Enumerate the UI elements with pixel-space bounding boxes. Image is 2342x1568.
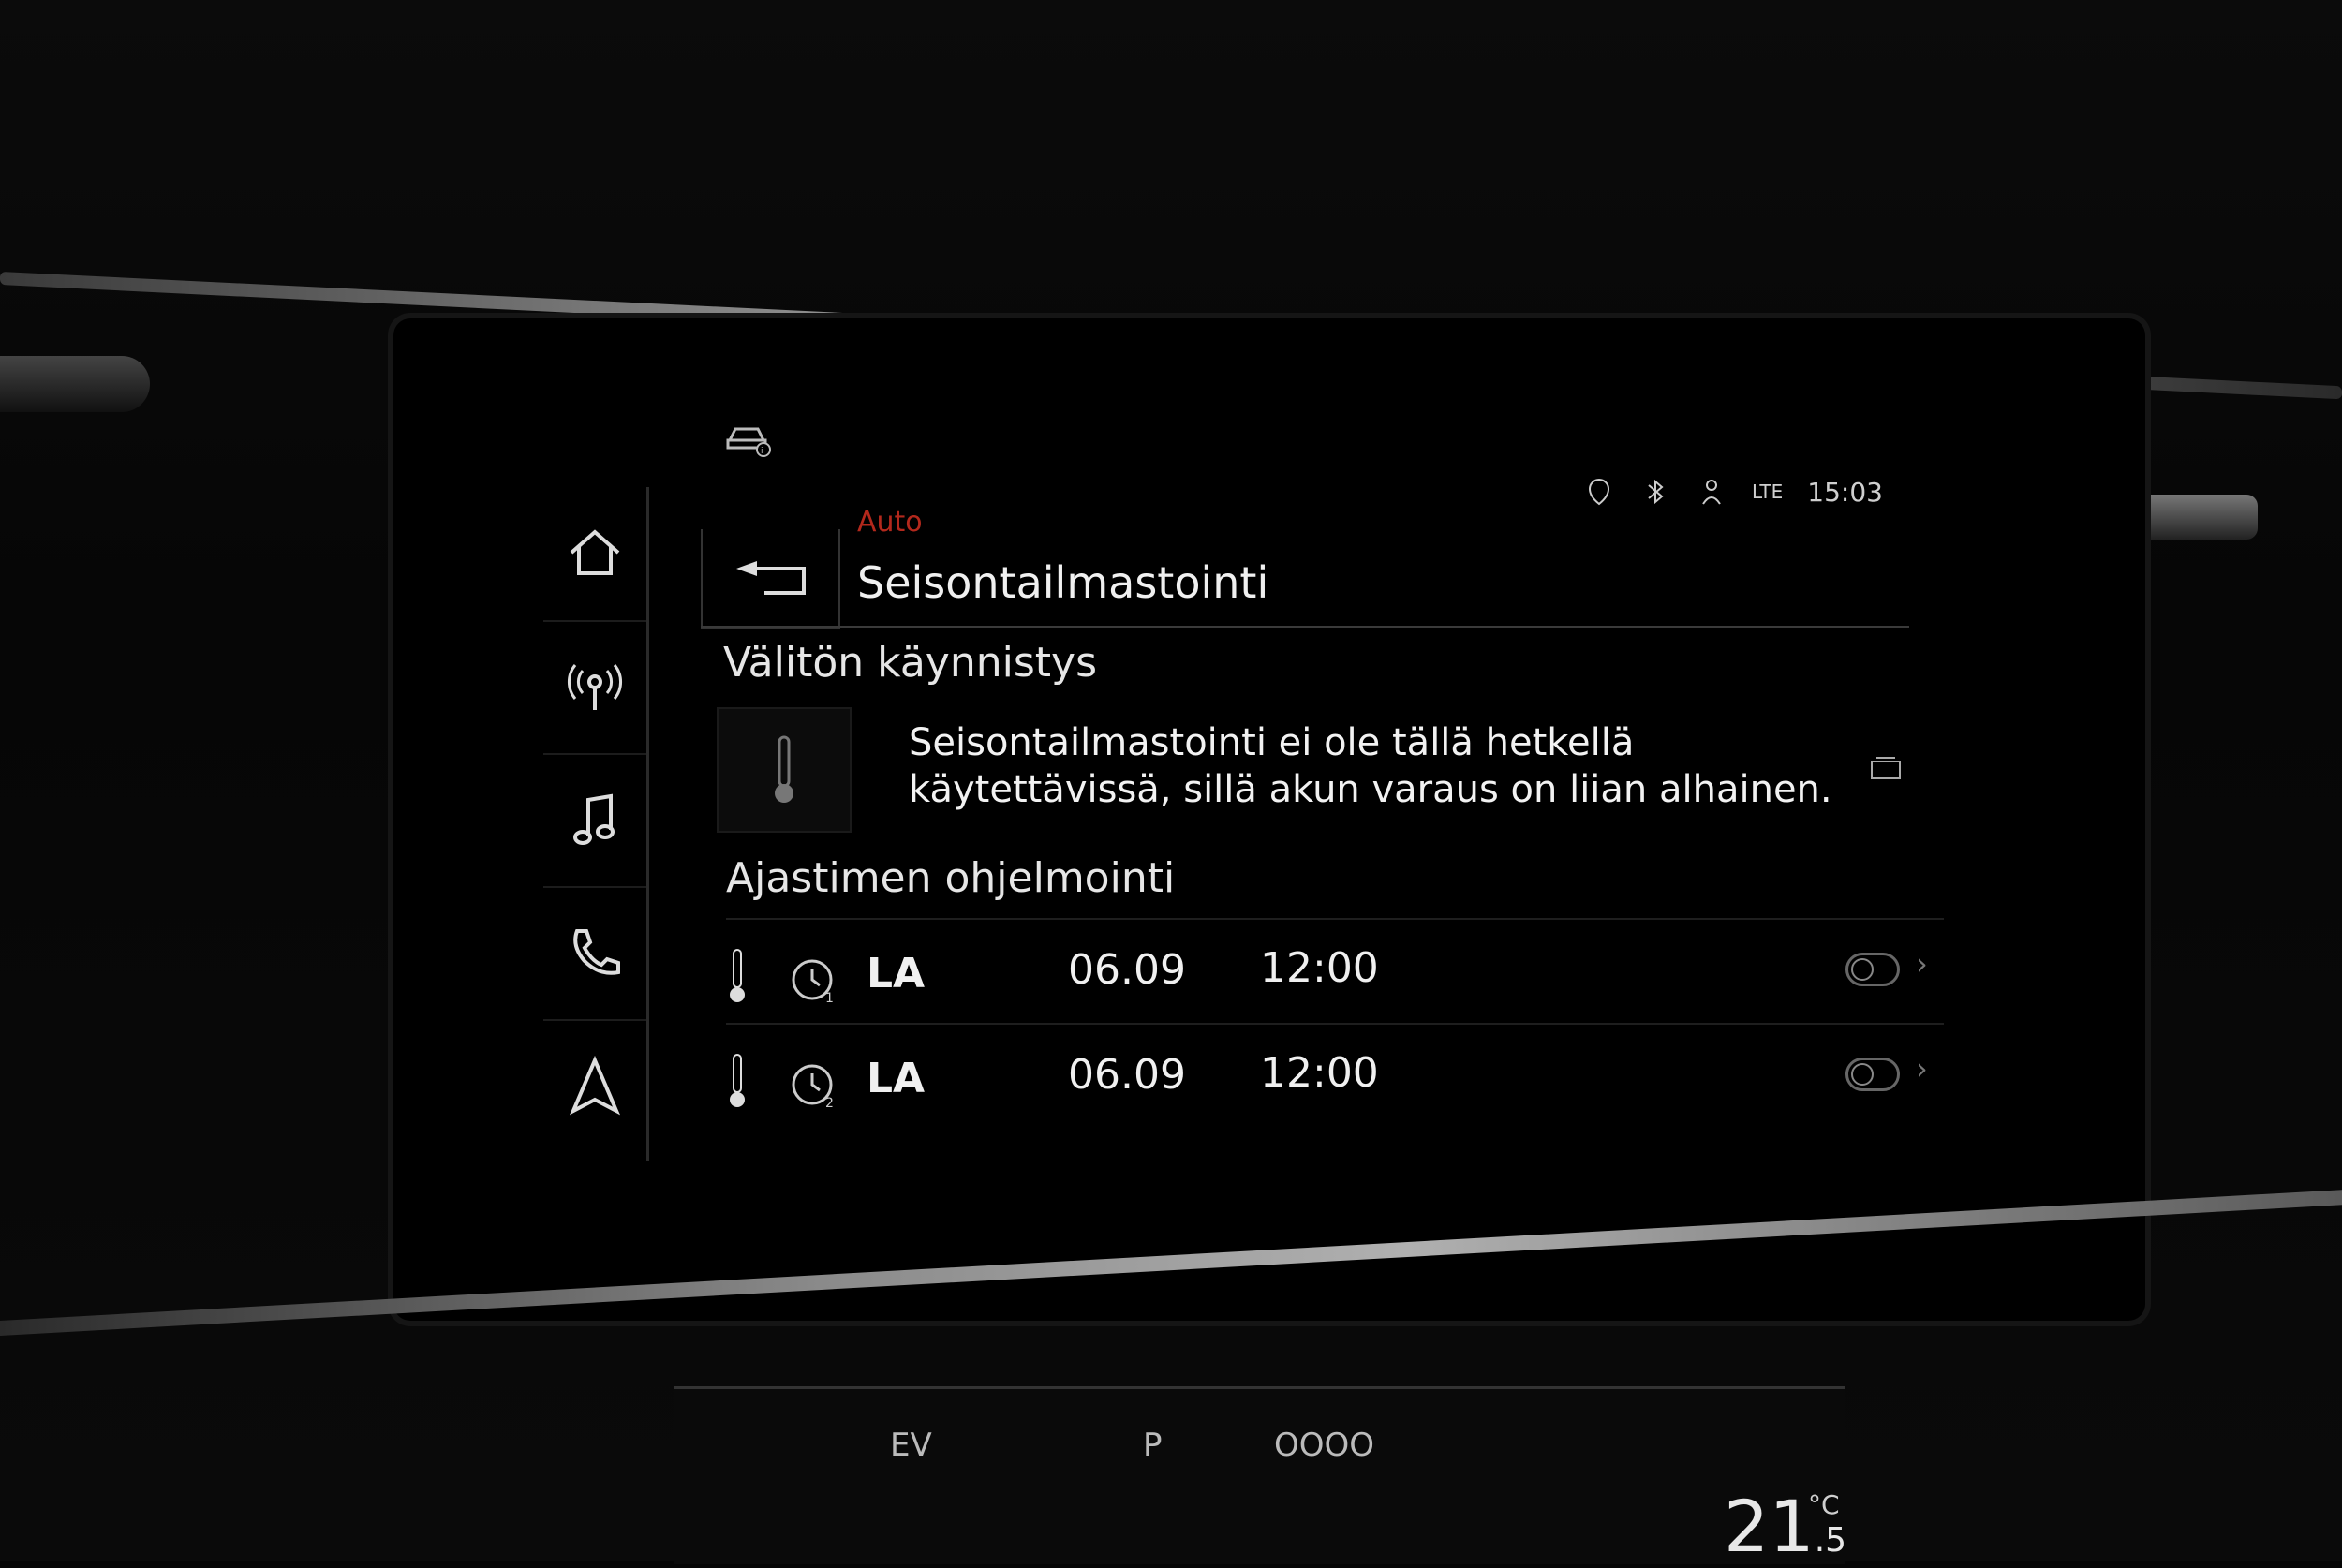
timer-row[interactable]: 1 LA 06.09 12:00 › — [726, 918, 1944, 1023]
car-info-icon[interactable]: i — [726, 420, 773, 457]
seat-heating-label[interactable]: OOOO — [1274, 1427, 1374, 1464]
svg-text:2: 2 — [825, 1096, 834, 1109]
timer-toggle[interactable] — [1845, 1058, 1900, 1091]
air-vent-left — [0, 356, 150, 412]
timer-time: 12:00 — [1260, 944, 1379, 992]
location-pin-icon — [1589, 478, 1610, 506]
navigation-arrow-icon — [569, 1055, 621, 1116]
breadcrumb[interactable]: Auto — [857, 506, 923, 539]
back-arrow-icon — [735, 560, 806, 595]
chevron-right-icon[interactable]: › — [1916, 1051, 1928, 1087]
driver-profile-icon — [1702, 480, 1721, 505]
unavailable-message: Seisontailmastointi ei ole tällä hetkell… — [909, 719, 1832, 813]
status-bar: LTE 15:03 — [1583, 476, 1883, 508]
radio-antenna-icon — [568, 664, 622, 710]
timer-date: 06.09 — [1068, 1051, 1186, 1099]
phone-icon — [573, 929, 620, 975]
home-icon — [570, 529, 620, 575]
sidebar-item-home[interactable] — [543, 487, 646, 622]
parking-label[interactable]: P — [1143, 1427, 1163, 1464]
svg-text:1: 1 — [825, 991, 834, 1004]
temperature-decimal: .5 — [1814, 1521, 1847, 1560]
header-divider — [701, 626, 1909, 628]
timer-clock-icon: 2 — [792, 1064, 834, 1109]
chevron-right-icon[interactable]: › — [1916, 946, 1928, 982]
climate-control-panel: EV P OOOO — [674, 1386, 1845, 1564]
section-heading-timer: Ajastimen ohjelmointi — [726, 854, 1176, 902]
svg-text:i: i — [761, 447, 763, 456]
back-button[interactable] — [701, 529, 840, 629]
thermometer-icon — [730, 949, 745, 1002]
thermometer-icon — [775, 735, 793, 803]
message-line-1: Seisontailmastointi ei ole tällä hetkell… — [909, 721, 1635, 764]
infotainment-screen: i LTE 15:03 Auto Seisontailmastointi Väl… — [487, 375, 2061, 1180]
temperature-unit: °C — [1808, 1489, 1840, 1520]
music-note-icon — [573, 793, 615, 845]
timer-day: LA — [867, 1055, 926, 1102]
sidebar-item-media[interactable] — [543, 753, 646, 888]
status-clock: 15:03 — [1807, 476, 1883, 508]
timer-day: LA — [867, 950, 926, 998]
section-heading-instant-start: Välitön käynnistys — [723, 639, 1097, 687]
temperature-value: 21 — [1724, 1485, 1815, 1568]
sidebar-item-navigation[interactable] — [543, 1019, 646, 1152]
thermometer-icon — [730, 1054, 745, 1107]
bluetooth-icon — [1648, 479, 1664, 505]
timer-date: 06.09 — [1068, 946, 1186, 994]
ev-mode-label[interactable]: EV — [890, 1427, 932, 1464]
page-title: Seisontailmastointi — [857, 557, 1269, 608]
timer-clock-icon: 1 — [792, 959, 834, 1004]
sidebar — [543, 487, 649, 1161]
network-indicator: LTE — [1752, 481, 1784, 503]
sidebar-item-phone[interactable] — [543, 886, 646, 1021]
sidebar-item-radio[interactable] — [543, 620, 646, 755]
instant-start-tile[interactable] — [717, 707, 852, 833]
timer-toggle[interactable] — [1845, 953, 1900, 986]
message-line-2: käytettävissä, sillä akun varaus on liia… — [909, 768, 1832, 811]
battery-icon — [1871, 757, 1901, 779]
timer-time: 12:00 — [1260, 1049, 1379, 1097]
timer-row[interactable]: 2 LA 06.09 12:00 › — [726, 1023, 1944, 1128]
